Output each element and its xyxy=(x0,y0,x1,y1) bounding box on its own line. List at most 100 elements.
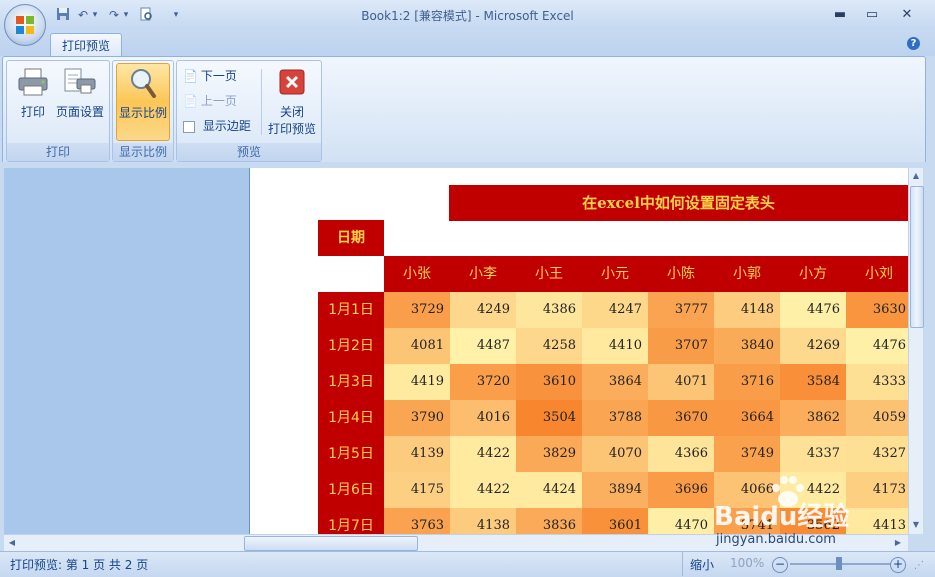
print-button[interactable]: 打印 xyxy=(11,63,55,141)
data-cell: 4419 xyxy=(384,364,450,400)
date-cell: 1月3日 xyxy=(318,364,384,400)
data-cell: 3829 xyxy=(516,436,582,472)
close-print-preview-button[interactable]: 关闭 打印预览 xyxy=(265,63,319,139)
name-header-cell: 小元 xyxy=(582,256,648,292)
data-cell: 4138 xyxy=(450,508,516,534)
data-cell: 4327 xyxy=(846,436,908,472)
divider xyxy=(261,69,262,135)
data-cell: 3840 xyxy=(714,328,780,364)
zoom-plus-icon[interactable]: + xyxy=(890,557,906,573)
date-cell: 1月2日 xyxy=(318,328,384,364)
office-logo-icon xyxy=(16,16,34,34)
data-cell: 4476 xyxy=(780,292,846,328)
name-header-cell: 小刘 xyxy=(846,256,908,292)
date-cell: 1月4日 xyxy=(318,400,384,436)
close-window-button[interactable]: ✕ xyxy=(893,6,921,24)
office-button[interactable] xyxy=(4,4,46,46)
window-title: Book1:2 [兼容模式] - Microsoft Excel xyxy=(361,9,574,23)
status-bar: 打印预览: 第 1 页 共 2 页 缩小 100% − + ⋰ xyxy=(0,551,935,577)
close-preview-label-line1: 关闭 xyxy=(279,105,304,119)
data-cell: 3790 xyxy=(384,400,450,436)
data-cell: 3716 xyxy=(714,364,780,400)
group-zoom-label: 显示比例 xyxy=(113,143,173,161)
name-header-cell: 小陈 xyxy=(648,256,714,292)
data-cell: 3664 xyxy=(714,400,780,436)
show-margins-checkbox[interactable]: 显示边距 xyxy=(183,116,251,136)
watermark-url: jingyan.baidu.com xyxy=(716,532,836,547)
data-cell: 4337 xyxy=(780,436,846,472)
data-cell: 4258 xyxy=(516,328,582,364)
data-cell: 4175 xyxy=(384,472,450,508)
vertical-scroll-thumb[interactable] xyxy=(910,186,924,328)
data-cell: 4476 xyxy=(846,328,908,364)
date-cell: 1月7日 xyxy=(318,508,384,534)
data-cell: 4386 xyxy=(516,292,582,328)
zoom-level[interactable]: 100% xyxy=(730,556,764,570)
zoom-out-label[interactable]: 缩小 xyxy=(690,556,714,573)
data-cell: 4410 xyxy=(582,328,648,364)
data-cell: 4071 xyxy=(648,364,714,400)
data-cell: 3584 xyxy=(780,364,846,400)
magnifier-icon xyxy=(131,69,156,98)
minimize-button[interactable]: ▬ xyxy=(826,6,854,24)
page-setup-icon xyxy=(64,68,96,94)
name-header-cell: 小王 xyxy=(516,256,582,292)
group-preview-label: 预览 xyxy=(177,143,321,161)
data-cell: 4148 xyxy=(714,292,780,328)
maximize-button[interactable]: ▭ xyxy=(858,6,886,24)
data-cell: 4016 xyxy=(450,400,516,436)
help-icon[interactable]: ? xyxy=(907,37,920,50)
tab-print-preview[interactable]: 打印预览 xyxy=(50,33,122,58)
date-cell: 1月5日 xyxy=(318,436,384,472)
ribbon-tab-row xyxy=(0,30,935,56)
name-header-cell: 小李 xyxy=(450,256,516,292)
data-cell: 4247 xyxy=(582,292,648,328)
data-cell: 4249 xyxy=(450,292,516,328)
name-header-cell: 小张 xyxy=(384,256,450,292)
data-cell: 4470 xyxy=(648,508,714,534)
data-cell: 4366 xyxy=(648,436,714,472)
checkbox-box xyxy=(183,120,195,133)
data-cell: 4139 xyxy=(384,436,450,472)
data-cell: 3777 xyxy=(648,292,714,328)
data-cell: 3864 xyxy=(582,364,648,400)
data-cell: 4422 xyxy=(450,472,516,508)
next-page-button[interactable]: 📄 下一页 xyxy=(183,66,237,86)
data-cell: 3720 xyxy=(450,364,516,400)
scroll-left-icon[interactable]: ◀ xyxy=(6,537,18,549)
page-setup-button[interactable]: 页面设置 xyxy=(53,63,107,141)
watermark: Baidu经验 jingyan.baidu.com xyxy=(712,470,912,550)
zoom-button-label: 显示比例 xyxy=(118,106,167,120)
printer-icon xyxy=(18,68,48,96)
name-header-cell: 小郭 xyxy=(714,256,780,292)
print-button-label: 打印 xyxy=(20,105,45,119)
data-cell: 3763 xyxy=(384,508,450,534)
zoom-minus-icon[interactable]: − xyxy=(772,557,788,573)
data-cell: 3630 xyxy=(846,292,908,328)
data-cell: 3862 xyxy=(780,400,846,436)
data-cell: 3504 xyxy=(516,400,582,436)
data-cell: 4059 xyxy=(846,400,908,436)
data-cell: 4487 xyxy=(450,328,516,364)
scroll-up-icon[interactable]: ▲ xyxy=(910,169,922,183)
data-cell: 4424 xyxy=(516,472,582,508)
data-cell: 4269 xyxy=(780,328,846,364)
data-cell: 3749 xyxy=(714,436,780,472)
data-cell: 3670 xyxy=(648,400,714,436)
horizontal-scroll-thumb[interactable] xyxy=(244,536,418,551)
data-cell: 3707 xyxy=(648,328,714,364)
data-cell: 4333 xyxy=(846,364,908,400)
date-header: 日期 xyxy=(318,220,384,256)
status-divider xyxy=(682,552,683,576)
resize-grip-icon[interactable]: ⋰ xyxy=(914,560,926,572)
data-cell: 4081 xyxy=(384,328,450,364)
page-setup-button-label: 页面设置 xyxy=(55,105,104,119)
data-cell: 3696 xyxy=(648,472,714,508)
previous-page-button[interactable]: 📄 上一页 xyxy=(183,91,237,111)
group-print: 打印 页面设置 打印 xyxy=(6,60,110,162)
data-cell: 3788 xyxy=(582,400,648,436)
group-print-label: 打印 xyxy=(7,143,109,161)
data-cell: 3610 xyxy=(516,364,582,400)
zoom-button[interactable]: 显示比例 xyxy=(116,63,170,141)
zoom-slider-thumb[interactable] xyxy=(836,557,842,570)
